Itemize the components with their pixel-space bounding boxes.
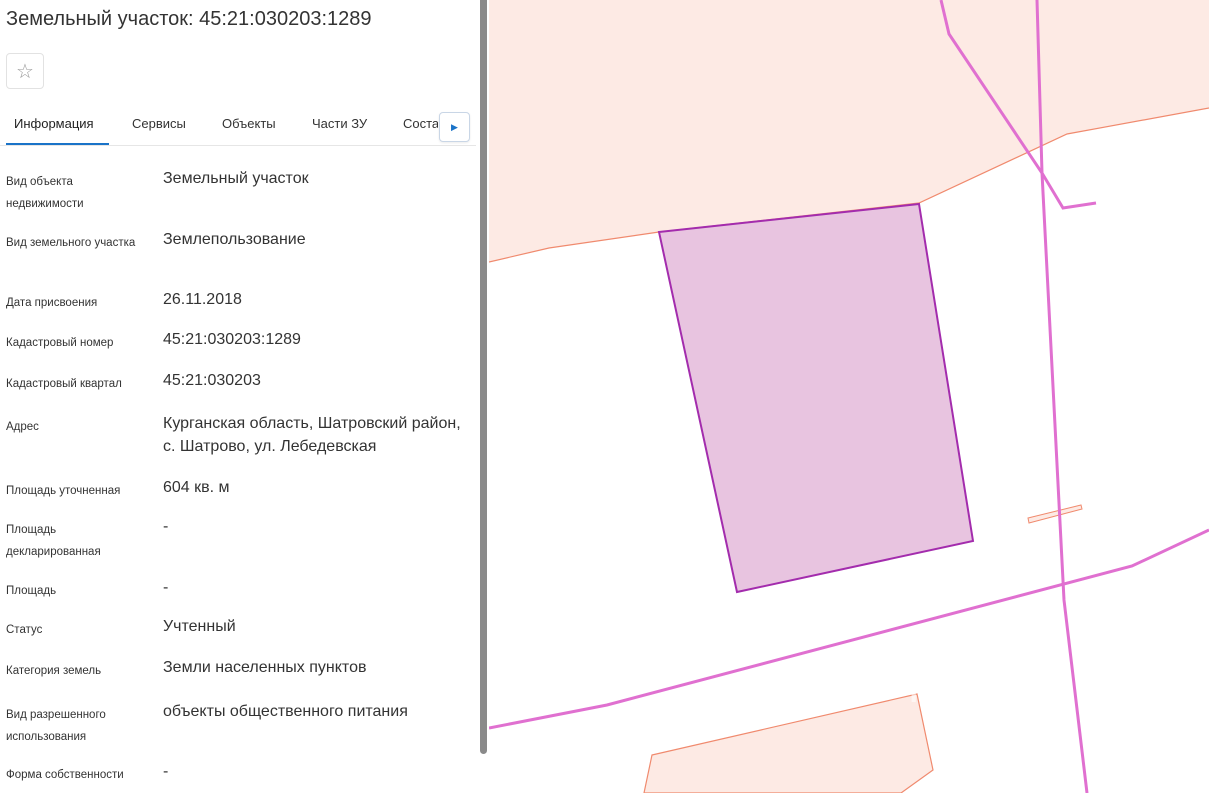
attribute-label: Площадь уточненная xyxy=(6,485,121,497)
attribute-value: Земли населенных пунктов xyxy=(163,659,367,676)
panel-scrollbar[interactable] xyxy=(480,0,487,754)
attribute-value: - xyxy=(163,763,169,780)
tabs-scroll-right-button[interactable]: ▶ xyxy=(439,112,470,142)
attribute-value: Землепользование xyxy=(163,231,306,248)
info-panel: Земельный участок: 45:21:030203:1289 ☆ И… xyxy=(0,0,476,793)
attribute-label: Категория земель xyxy=(6,665,102,677)
tab-services[interactable]: Сервисы xyxy=(132,116,186,131)
attribute-value: - xyxy=(163,518,169,535)
tab-parcel-parts[interactable]: Части ЗУ xyxy=(312,116,367,131)
selected-parcel[interactable] xyxy=(657,202,975,594)
map-canvas xyxy=(489,0,1209,793)
triangle-right-icon: ▶ xyxy=(451,121,458,132)
tab-objects[interactable]: Объекты xyxy=(222,116,276,131)
attribute-label: Адрес xyxy=(6,421,39,433)
attribute-label: Кадастровый номер xyxy=(6,337,114,349)
attribute-label: Площадь xyxy=(6,585,57,597)
panel-title: Земельный участок: 45:21:030203:1289 xyxy=(6,8,372,30)
attribute-value: Земельный участок xyxy=(163,170,309,187)
attribute-label: Форма собственности xyxy=(6,769,124,781)
cadastral-map-app: Земельный участок: 45:21:030203:1289 ☆ И… xyxy=(0,0,1209,793)
attribute-label: Статус xyxy=(6,624,43,636)
tab-information[interactable]: Информация xyxy=(14,116,94,131)
attribute-value: 45:21:030203 xyxy=(163,372,261,389)
attribute-value: - xyxy=(163,579,169,596)
attribute-value: Учтенный xyxy=(163,618,236,635)
attribute-value: Курганская область, Шатровский район, с.… xyxy=(163,415,461,455)
zone-strip[interactable] xyxy=(1027,504,1083,524)
attribute-label: Дата присвоения xyxy=(6,297,98,309)
star-outline-icon: ☆ xyxy=(16,60,34,83)
attribute-label: Вид разрешенного использования xyxy=(6,709,106,743)
attribute-label: Вид земельного участка xyxy=(6,237,136,249)
attribute-value: объекты общественного питания xyxy=(163,703,408,720)
attribute-label: Площадь декларированная xyxy=(6,524,101,558)
favorite-button[interactable]: ☆ xyxy=(6,53,44,89)
attribute-value: 45:21:030203:1289 xyxy=(163,331,301,348)
zone-polygon-bottom[interactable] xyxy=(643,693,934,793)
tab-composition[interactable]: Соста xyxy=(403,116,439,131)
map-view[interactable]: циан xyxy=(489,0,1209,793)
tab-bar: Информация Сервисы Объекты Части ЗУ Сост… xyxy=(0,104,476,146)
attribute-label: Кадастровый квартал xyxy=(6,378,122,390)
attribute-value: 26.11.2018 xyxy=(163,291,242,308)
attribute-label: Вид объекта недвижимости xyxy=(6,176,84,210)
active-tab-indicator xyxy=(6,143,109,145)
attribute-value: 604 кв. м xyxy=(163,479,230,496)
